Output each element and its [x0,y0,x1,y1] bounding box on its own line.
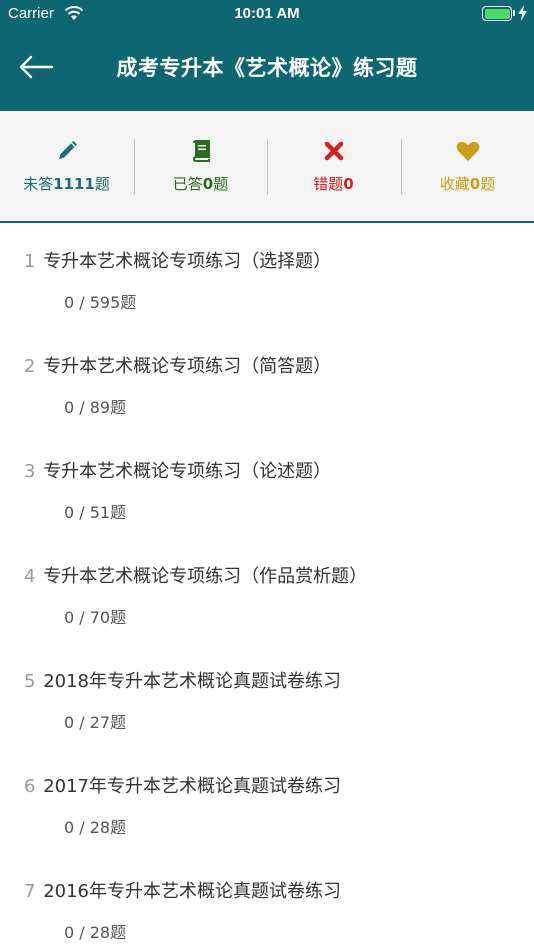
item-title: 5 2018年专升本艺术概论真题试卷练习 [24,671,341,692]
item-title: 7 2016年专升本艺术概论真题试卷练习 [24,881,341,902]
battery-icon [482,6,512,21]
item-progress: 0 / 28题 [64,923,127,942]
book-icon [192,140,210,162]
item-title: 3 专升本艺术概论专项练习（论述题） [24,461,332,482]
item-number: 4 [24,566,36,587]
pencil-icon [58,141,77,159]
list-item[interactable]: 4 专升本艺术概论专项练习（作品赏析题） 0 / 70题 [0,540,534,645]
item-progress: 0 / 70题 [64,608,127,627]
stat-wrong[interactable]: 错题0 [267,111,400,221]
charging-icon [518,5,527,21]
heart-icon [456,141,479,161]
item-progress: 0 / 89题 [64,398,127,417]
item-progress: 0 / 595题 [64,293,137,312]
item-number: 1 [24,251,36,272]
item-title: 6 2017年专升本艺术概论真题试卷练习 [24,776,341,797]
stat-label: 未答1111题 [23,175,110,193]
item-progress: 0 / 28题 [64,818,127,837]
list-item[interactable]: 5 2018年专升本艺术概论真题试卷练习 0 / 27题 [0,645,534,750]
app-header: Carrier 10:01 AM 成考专升本《艺术概论》练习题 [0,0,534,111]
item-title: 1 专升本艺术概论专项练习（选择题） [24,251,332,272]
item-title: 4 专升本艺术概论专项练习（作品赏析题） [24,566,368,587]
item-number: 6 [24,776,36,797]
status-bar: Carrier 10:01 AM [0,0,534,28]
stat-label: 收藏0题 [439,175,496,193]
item-number: 3 [24,461,36,482]
item-number: 7 [24,881,36,902]
item-number: 2 [24,356,36,377]
nav-bar: 成考专升本《艺术概论》练习题 [0,28,534,111]
stat-label: 错题0 [313,175,354,193]
status-time: 10:01 AM [234,5,300,22]
cross-icon [324,141,343,161]
list-item[interactable]: 6 2017年专升本艺术概论真题试卷练习 0 / 28题 [0,750,534,855]
stat-label: 已答0题 [172,175,229,193]
stat-unanswered[interactable]: 未答1111题 [0,111,133,221]
page-title: 成考专升本《艺术概论》练习题 [116,56,418,80]
stat-answered[interactable]: 已答0题 [134,111,267,221]
list-item[interactable]: 1 专升本艺术概论专项练习（选择题） 0 / 595题 [0,225,534,330]
list-item[interactable]: 2 专升本艺术概论专项练习（简答题） 0 / 89题 [0,330,534,435]
item-progress: 0 / 51题 [64,503,127,522]
item-title: 2 专升本艺术概论专项练习（简答题） [24,356,332,377]
item-progress: 0 / 27题 [64,713,127,732]
item-number: 5 [24,671,36,692]
list-item[interactable]: 3 专升本艺术概论专项练习（论述题） 0 / 51题 [0,435,534,540]
stat-favorites[interactable]: 收藏0题 [401,111,534,221]
battery-cap [513,10,515,16]
list-item[interactable]: 7 2016年专升本艺术概论真题试卷练习 0 / 28题 [0,855,534,950]
stats-bar: 未答1111题 已答0题 错题0 收藏0题 [0,111,534,223]
